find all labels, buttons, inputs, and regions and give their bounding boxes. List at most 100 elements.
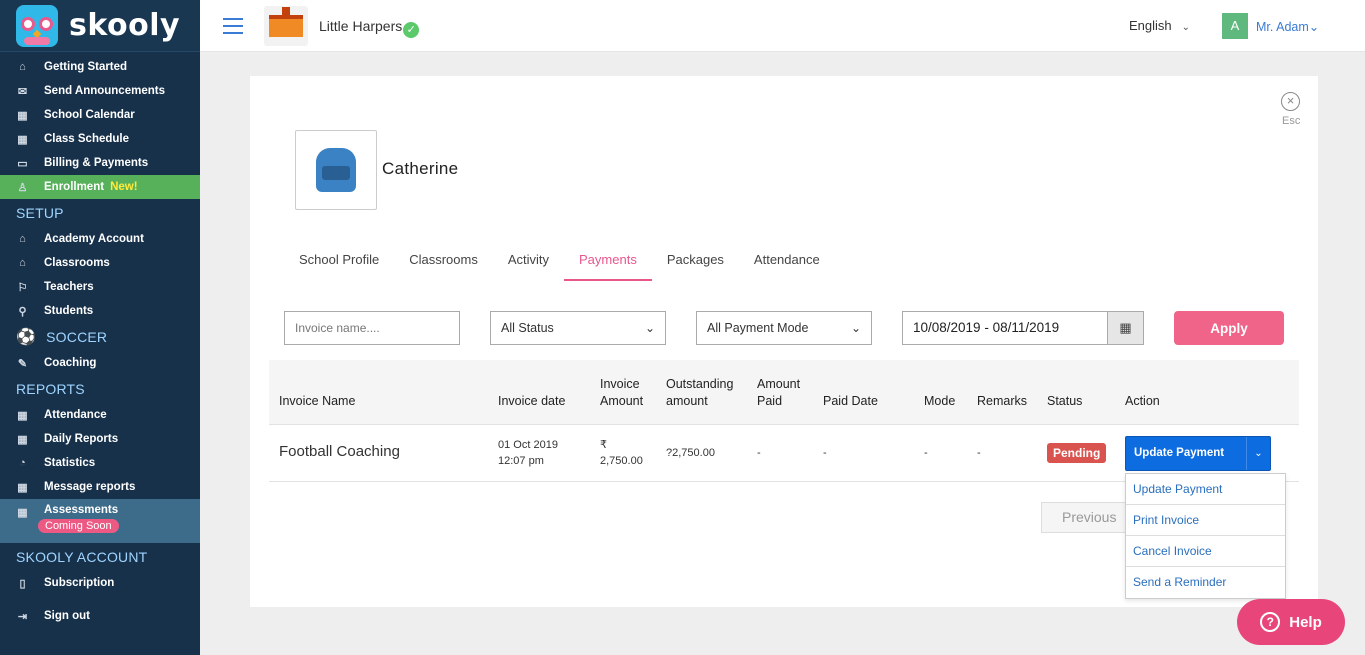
col-invoice-date: Invoice date: [498, 394, 566, 408]
col-invoice-amount: Invoice Amount: [600, 376, 643, 410]
col-amount-paid-line1: Amount: [757, 377, 801, 391]
sidebar-item-coaching[interactable]: ✎ Coaching: [0, 351, 200, 375]
school-name[interactable]: Little Harpers ✓: [319, 18, 420, 38]
sidebar-item-statistics[interactable]: ◔ Statistics: [0, 451, 200, 475]
section-soccer: ⚽ SOCCER: [0, 323, 200, 351]
student-avatar: [295, 130, 377, 210]
user-name: Mr. Adam: [1256, 20, 1309, 34]
tab-classrooms[interactable]: Classrooms: [394, 244, 493, 281]
tab-payments[interactable]: Payments: [564, 244, 652, 281]
invoice-amount-currency: ₹: [600, 439, 607, 451]
chevron-down-icon: ⌄: [850, 321, 861, 335]
menu-item-print-invoice[interactable]: Print Invoice: [1126, 505, 1285, 536]
assessment-icon: ▦: [17, 506, 28, 519]
brand[interactable]: skooly: [0, 0, 200, 52]
esc-label: Esc: [1282, 115, 1301, 127]
sidebar-item-teachers[interactable]: ⚐ Teachers: [0, 275, 200, 299]
chevron-down-icon: ⌄: [1308, 20, 1320, 34]
daily-report-icon: ▦: [17, 433, 28, 446]
sidebar-item-message-reports[interactable]: ▦ Message reports: [0, 475, 200, 499]
invoice-search-input[interactable]: [284, 311, 460, 345]
table-header: Invoice Name Invoice date Invoice Amount…: [269, 360, 1299, 425]
backpack-icon: [310, 148, 362, 194]
sidebar-item-label: Classrooms: [44, 257, 110, 269]
remarks-cell: -: [977, 447, 981, 459]
help-label: Help: [1289, 613, 1322, 631]
menu-item-update-payment[interactable]: Update Payment: [1126, 474, 1285, 505]
sidebar-item-label: Send Announcements: [44, 85, 165, 97]
sidebar-item-academy-account[interactable]: ⌂ Academy Account: [0, 227, 200, 251]
avatar[interactable]: A: [1222, 13, 1248, 39]
sidebar-item-label: Daily Reports: [44, 433, 119, 445]
invoice-table: Invoice Name Invoice date Invoice Amount…: [269, 360, 1299, 482]
sidebar-item-daily-reports[interactable]: ▦ Daily Reports: [0, 427, 200, 451]
teacher-icon: ⚐: [17, 281, 28, 294]
home-icon: ⌂: [19, 61, 26, 73]
subscription-icon: ▯: [19, 577, 26, 590]
language-label: English: [1129, 18, 1172, 33]
close-icon[interactable]: ×: [1281, 92, 1300, 111]
owl-logo-icon: [16, 4, 58, 47]
new-badge: New!: [110, 181, 138, 193]
date-range-picker[interactable]: 10/08/2019 - 08/11/2019 ▦: [902, 311, 1144, 345]
language-selector[interactable]: English ⌄: [1129, 18, 1190, 33]
col-outstanding-line1: Outstanding: [666, 377, 734, 391]
apply-button[interactable]: Apply: [1174, 311, 1284, 345]
sign-out-icon: ⇥: [17, 610, 28, 623]
col-invoice-amount-line1: Invoice: [600, 377, 640, 391]
calendar-icon: ▦: [17, 109, 28, 122]
sidebar-item-billing-payments[interactable]: ▭ Billing & Payments: [0, 151, 200, 175]
sidebar-item-label: Enrollment: [44, 181, 105, 193]
col-amount-paid-line2: Paid: [757, 394, 783, 408]
col-invoice-name: Invoice Name: [279, 394, 356, 408]
menu-toggle-icon[interactable]: [223, 18, 243, 34]
col-action: Action: [1125, 394, 1160, 408]
menu-item-cancel-invoice[interactable]: Cancel Invoice: [1126, 536, 1285, 567]
update-payment-button[interactable]: Update Payment: [1126, 437, 1246, 470]
sidebar-item-label: Teachers: [44, 281, 94, 293]
tab-packages[interactable]: Packages: [652, 244, 739, 281]
chevron-down-icon[interactable]: ⌄: [1246, 437, 1270, 470]
help-button[interactable]: ? Help: [1237, 599, 1345, 645]
user-add-icon: ♙: [17, 181, 28, 194]
message-report-icon: ▦: [17, 481, 28, 494]
outstanding-cell: ?2,750.00: [666, 447, 715, 459]
col-paid-date: Paid Date: [823, 394, 878, 408]
brand-name: skooly: [69, 8, 181, 43]
sidebar-item-attendance[interactable]: ▦ Attendance: [0, 403, 200, 427]
status-select[interactable]: All Status ⌄: [490, 311, 666, 345]
billing-icon: ▭: [17, 157, 28, 170]
calendar-icon[interactable]: ▦: [1107, 312, 1143, 344]
sidebar-item-assessments[interactable]: ▦ Assessments Coming Soon: [0, 499, 200, 543]
sidebar-item-classrooms[interactable]: ⌂ Classrooms: [0, 251, 200, 275]
paid-date-cell: -: [823, 447, 827, 459]
sidebar-item-subscription[interactable]: ▯ Subscription: [0, 571, 200, 595]
tab-activity[interactable]: Activity: [493, 244, 564, 281]
invoice-name-cell: Football Coaching: [279, 443, 400, 460]
sidebar-item-label: Assessments: [44, 504, 119, 516]
classroom-icon: ⌂: [19, 257, 26, 269]
megaphone-icon: ✉: [17, 85, 28, 98]
payment-mode-value: All Payment Mode: [707, 321, 809, 335]
tab-attendance[interactable]: Attendance: [739, 244, 835, 281]
sidebar-item-sign-out[interactable]: ⇥ Sign out: [0, 604, 200, 628]
amount-paid-cell: -: [757, 447, 761, 459]
sidebar-item-students[interactable]: ⚲ Students: [0, 299, 200, 323]
tab-school-profile[interactable]: School Profile: [284, 244, 394, 281]
payment-mode-select[interactable]: All Payment Mode ⌄: [696, 311, 872, 345]
sidebar-item-label: Message reports: [44, 481, 136, 493]
sidebar-item-class-schedule[interactable]: ▦ Class Schedule: [0, 127, 200, 151]
sidebar-item-label: Class Schedule: [44, 133, 130, 145]
chevron-down-icon: ⌄: [644, 321, 655, 335]
section-reports: REPORTS: [16, 381, 85, 397]
sidebar-item-send-announcements[interactable]: ✉ Send Announcements: [0, 79, 200, 103]
col-status: Status: [1047, 394, 1083, 408]
sidebar-item-school-calendar[interactable]: ▦ School Calendar: [0, 103, 200, 127]
attendance-icon: ▦: [17, 409, 28, 422]
col-outstanding-line2: amount: [666, 394, 708, 408]
sidebar-item-getting-started[interactable]: ⌂ Getting Started: [0, 55, 200, 79]
sidebar-item-enrollment[interactable]: ♙ Enrollment New!: [0, 175, 200, 199]
user-menu[interactable]: Mr. Adam⌄: [1256, 19, 1319, 34]
menu-item-send-reminder[interactable]: Send a Reminder: [1126, 567, 1285, 598]
sidebar-item-label: Students: [44, 305, 94, 317]
